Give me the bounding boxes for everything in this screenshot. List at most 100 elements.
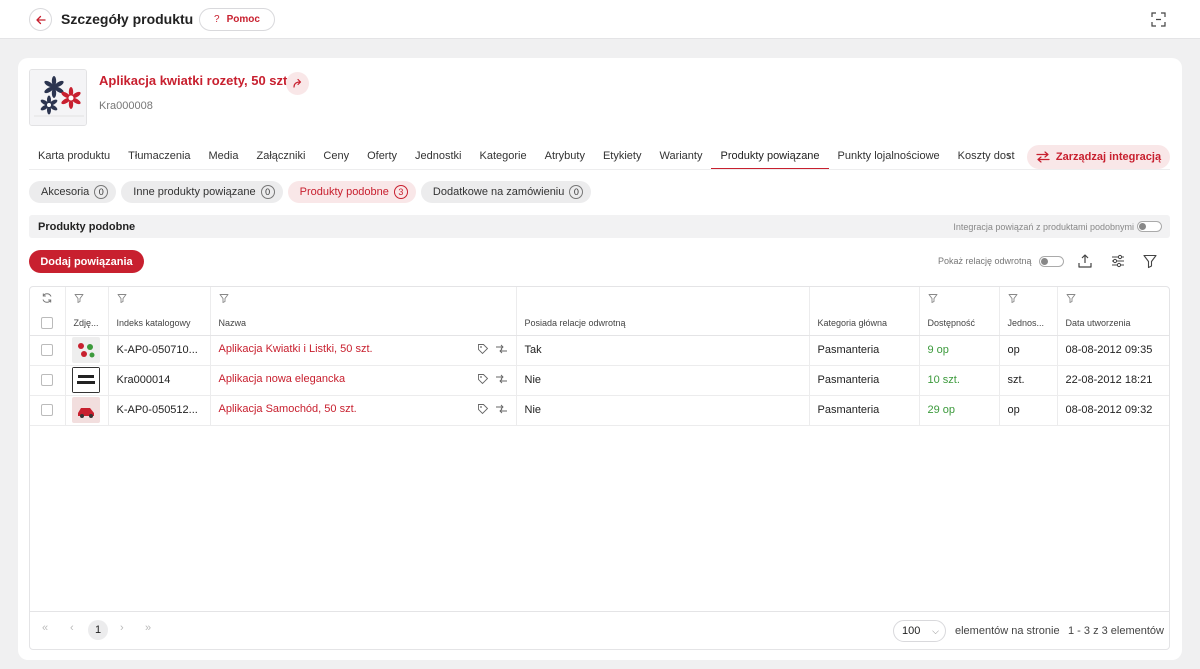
row-name-link[interactable]: Aplikacja nowa elegancka: [219, 373, 346, 385]
row-select-cell: [30, 365, 66, 396]
page-number[interactable]: 1: [88, 620, 108, 640]
subtab-bar: Akcesoria 0 Inne produkty powiązane 0 Produk…: [29, 181, 592, 203]
prev-page-icon[interactable]: ‹: [70, 622, 74, 634]
tag-icon[interactable]: [477, 403, 489, 418]
pagination: « ‹ 1 › » 100 ⌵ elementów na stronie 1 -…: [30, 611, 1169, 649]
tab-0[interactable]: Karta produktu: [29, 144, 119, 170]
next-page-icon[interactable]: ›: [120, 622, 124, 634]
column-header-4[interactable]: Kategoria główna: [809, 311, 920, 336]
range-label: 1 - 3 z 3 elementów: [1068, 625, 1164, 637]
column-filter-icon[interactable]: [928, 293, 938, 306]
filter-icon[interactable]: [1142, 253, 1158, 269]
tabs-divider: [29, 169, 1170, 170]
table-row[interactable]: K-AP0-050710... Aplikacja Kwiatki i Listk…: [30, 335, 1169, 366]
tab-9[interactable]: Etykiety: [594, 144, 651, 170]
table-row[interactable]: K-AP0-050512... Aplikacja Samochód, 50 sz…: [30, 395, 1169, 426]
first-page-icon[interactable]: «: [42, 622, 48, 634]
row-availability: 10 szt.: [919, 365, 1000, 396]
subtab-0[interactable]: Akcesoria 0: [29, 181, 117, 203]
column-header-5[interactable]: Dostępność: [919, 311, 1000, 336]
column-filter-icon[interactable]: [1008, 293, 1018, 306]
select-all-cell: [30, 311, 66, 336]
row-name-link[interactable]: Aplikacja Kwiatki i Listki, 50 szt.: [219, 343, 373, 355]
tab-2[interactable]: Media: [200, 144, 248, 170]
product-sku: Kra000008: [99, 100, 153, 112]
subtab-2[interactable]: Produkty podobne 3: [287, 181, 416, 203]
row-select-cell: [30, 335, 66, 366]
tab-7[interactable]: Kategorie: [471, 144, 536, 170]
row-created: 08-08-2012 09:35: [1057, 335, 1169, 366]
row-created: 08-08-2012 09:32: [1057, 395, 1169, 426]
subtab-1[interactable]: Inne produkty powiązane 0: [121, 181, 283, 203]
row-unit: op: [999, 395, 1058, 426]
section-title: Produkty podobne: [38, 221, 136, 233]
row-checkbox[interactable]: [41, 374, 54, 387]
tab-3[interactable]: Załączniki: [247, 144, 314, 170]
product-card: Aplikacja kwiatki rozety, 50 szt. Kra000…: [18, 58, 1182, 660]
row-index: K-AP0-050512...: [108, 395, 211, 426]
tag-icon[interactable]: [477, 373, 489, 388]
last-page-icon[interactable]: »: [145, 622, 151, 634]
row-name-link[interactable]: Aplikacja Samochód, 50 szt.: [219, 403, 357, 415]
help-button[interactable]: ? Pomoc: [199, 8, 275, 31]
row-image-cell: [65, 395, 109, 426]
tag-icon[interactable]: [477, 343, 489, 358]
row-category: Pasmanteria: [809, 395, 920, 426]
table-row[interactable]: Kra000014 Aplikacja nowa elegancka Nie Pasm…: [30, 365, 1169, 396]
row-checkbox[interactable]: [41, 404, 54, 417]
add-relations-button[interactable]: Dodaj powiązania: [29, 250, 144, 273]
tab-6[interactable]: Jednostki: [406, 144, 470, 170]
back-button[interactable]: [29, 8, 52, 31]
chevron-right-icon[interactable]: ›: [1007, 149, 1011, 163]
tab-1[interactable]: Tłumaczenia: [119, 144, 199, 170]
tab-5[interactable]: Oferty: [358, 144, 406, 170]
refresh-icon[interactable]: [41, 292, 53, 304]
column-filter-icon[interactable]: [1066, 293, 1076, 306]
row-category: Pasmanteria: [809, 335, 920, 366]
row-created: 22-08-2012 18:21: [1057, 365, 1169, 396]
column-header-6[interactable]: Jednos...: [999, 311, 1058, 336]
row-checkbox[interactable]: [41, 344, 54, 357]
share-button[interactable]: [286, 72, 309, 95]
subtab-label: Produkty podobne: [299, 186, 389, 198]
per-page-select[interactable]: 100 ⌵: [893, 620, 946, 642]
column-header-2[interactable]: Nazwa: [210, 311, 517, 336]
share-arrow-icon: [293, 78, 302, 88]
column-header-1[interactable]: Indeks katalogowy: [108, 311, 211, 336]
reverse-relation-toggle[interactable]: [1039, 256, 1064, 267]
select-all-checkbox[interactable]: [41, 316, 54, 329]
column-header-3[interactable]: Posiada relacje odwrotną: [516, 311, 810, 336]
row-unit: op: [999, 335, 1058, 366]
manage-integration-button[interactable]: Zarządzaj integracją: [1027, 145, 1170, 169]
tab-10[interactable]: Warianty: [650, 144, 711, 170]
top-bar: Szczegóły produktu ? Pomoc: [0, 0, 1200, 39]
tab-11[interactable]: Produkty powiązane: [711, 144, 829, 170]
tab-bar: Karta produktu Tłumaczenia Media Załączniki…: [18, 144, 1015, 170]
relation-icon[interactable]: [495, 403, 508, 418]
tab-4[interactable]: Ceny: [314, 144, 358, 170]
column-filter-icon[interactable]: [117, 293, 127, 306]
export-icon[interactable]: [1077, 253, 1093, 269]
section-header: Produkty podobne Integracja powiązań z p…: [29, 215, 1170, 238]
column-header-0[interactable]: Zdję...: [65, 311, 109, 336]
arrow-left-icon: [35, 15, 46, 24]
product-image: [29, 69, 87, 126]
relation-icon[interactable]: [495, 373, 508, 388]
relation-icon[interactable]: [495, 343, 508, 358]
row-unit: szt.: [999, 365, 1058, 396]
column-filter-icon[interactable]: [74, 293, 84, 306]
fullscreen-icon[interactable]: [1151, 12, 1166, 27]
tab-13[interactable]: Koszty dostawy: [949, 144, 1015, 170]
row-product-image: [71, 337, 100, 363]
column-header-7[interactable]: Data utworzenia: [1057, 311, 1169, 336]
tab-8[interactable]: Atrybuty: [536, 144, 594, 170]
integration-toggle[interactable]: [1137, 221, 1162, 232]
settings-sliders-icon[interactable]: [1110, 253, 1126, 269]
manage-integration-label: Zarządzaj integracją: [1055, 151, 1162, 163]
tab-12[interactable]: Punkty lojalnościowe: [829, 144, 949, 170]
subtab-3[interactable]: Dodatkowe na zamówieniu 0: [420, 181, 592, 203]
column-filter-icon[interactable]: [219, 293, 229, 306]
row-image-cell: [65, 335, 109, 366]
chevron-down-icon: ⌵: [932, 626, 939, 636]
row-availability: 9 op: [919, 335, 1000, 366]
